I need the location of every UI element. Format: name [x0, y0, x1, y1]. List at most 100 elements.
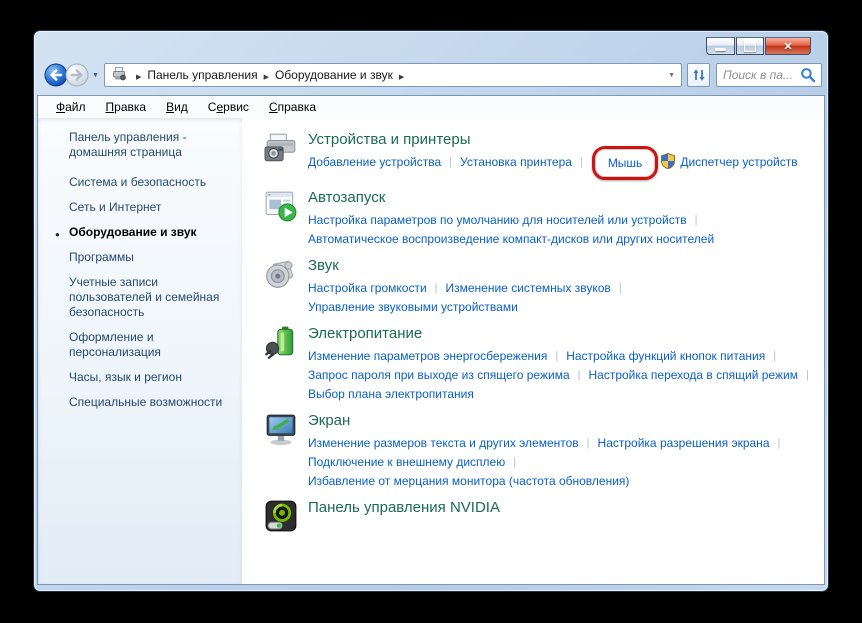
task-link-autoplay-1-0[interactable]: Автоматическое воспроизведение компакт-д… [308, 232, 714, 246]
section-title-autoplay[interactable]: Автозапуск [308, 188, 714, 208]
sidebar-item-label: Система и безопасность [69, 175, 206, 189]
sidebar-item-0[interactable]: Панель управления - домашняя страница [69, 130, 228, 160]
menu-item-0[interactable]: Файл [46, 97, 96, 117]
section-sound: Звук Настройка громкости | Изменение систем… [264, 256, 816, 316]
section-text: Экран Изменение размеров текста и других … [308, 411, 788, 490]
recent-pages-caret-icon[interactable]: ▼ [92, 72, 99, 79]
refresh-icon [692, 68, 706, 82]
window-body: Панель управления - домашняя страница Сис… [38, 118, 824, 584]
search-input[interactable] [723, 68, 800, 82]
sidebar-item-3[interactable]: ●Оборудование и звук [69, 225, 228, 240]
sound-icon [264, 257, 298, 291]
link-separator: | [773, 347, 776, 365]
task-link-devices-and-printers-0-2[interactable]: Мышь [608, 156, 643, 170]
maximize-button[interactable] [736, 37, 764, 55]
breadcrumb: ▶ Панель управления ▶ Оборудование и звук ▶ [130, 66, 410, 84]
task-link-display-0-0[interactable]: Изменение размеров текста и других элеме… [308, 436, 579, 450]
sidebar-item-label: Оформление и персонализация [69, 330, 161, 359]
sidebar-item-label: Учетные записи пользователей и семейная … [69, 275, 219, 319]
sidebar: Панель управления - домашняя страница Сис… [38, 118, 242, 584]
autoplay-icon [264, 189, 298, 223]
section-title-power-options[interactable]: Электропитание [308, 324, 816, 344]
sidebar-item-7[interactable]: Часы, язык и регион [69, 370, 228, 385]
section-display: Экран Изменение размеров текста и других … [264, 411, 816, 490]
menu-item-1[interactable]: Правка [96, 97, 157, 117]
section-title-display[interactable]: Экран [308, 411, 788, 431]
sidebar-item-5[interactable]: Учетные записи пользователей и семейная … [69, 275, 228, 320]
task-link-sound-1-0[interactable]: Управление звуковыми устройствами [308, 300, 518, 314]
sidebar-item-2[interactable]: Сеть и Интернет [69, 200, 228, 215]
breadcrumb-arrow-icon[interactable]: ▶ [399, 74, 404, 81]
minimize-icon [715, 48, 726, 51]
task-link-power-options-0-1[interactable]: Настройка функций кнопок питания [566, 349, 765, 363]
devices-printers-icon [264, 131, 298, 165]
search-box [716, 63, 822, 87]
forward-button[interactable] [65, 63, 89, 87]
link-separator: | [806, 366, 809, 384]
navigation-bar: ▼ ▶ Панель управления ▶ Оборудование и звук… [34, 59, 828, 91]
section-text: Электропитание Изменение параметров энерг… [308, 324, 816, 403]
sidebar-item-4[interactable]: Программы [69, 250, 228, 265]
menu-item-3[interactable]: Сервис [198, 97, 259, 117]
search-icon[interactable] [800, 67, 816, 83]
window-controls: ✕ [706, 37, 811, 55]
sidebar-item-label: Панель управления - домашняя страница [69, 130, 187, 159]
highlight-ring: Мышь [592, 146, 659, 180]
section-text: Автозапуск Настройка параметров по умолча… [308, 188, 714, 248]
task-link-devices-and-printers-0-1[interactable]: Установка принтера [460, 155, 572, 169]
menu-item-4[interactable]: Справка [259, 97, 326, 117]
menu-item-2[interactable]: Вид [156, 97, 198, 117]
section-title-sound[interactable]: Звук [308, 256, 630, 276]
task-link-display-2-0[interactable]: Избавление от мерцания монитора (частота… [308, 474, 629, 488]
screenshot-stage: ✕ [0, 0, 862, 623]
task-link-power-options-2-0[interactable]: Выбор плана электропитания [308, 387, 474, 401]
task-link-power-options-1-0[interactable]: Запрос пароля при выходе из спящего режи… [308, 368, 570, 382]
task-row: Добавление устройства | Установка принтера… [308, 153, 798, 172]
link-separator: | [435, 279, 438, 297]
breadcrumb-item-0[interactable]: Панель управления [147, 68, 257, 82]
task-link-sound-0-1[interactable]: Изменение системных звуков [446, 281, 611, 295]
menu-bar: ФайлПравкаВидСервисСправка [38, 96, 824, 118]
task-row: Запрос пароля при выходе из спящего режи… [308, 366, 816, 385]
task-row: Выбор плана электропитания [308, 385, 816, 403]
sidebar-item-label: Часы, язык и регион [69, 370, 182, 384]
link-separator: | [619, 279, 622, 297]
address-dropdown-caret-icon[interactable]: ▼ [668, 72, 675, 79]
section-nvidia-control-panel: Панель управления NVIDIA [264, 498, 816, 533]
section-text: Звук Настройка громкости | Изменение систем… [308, 256, 630, 316]
close-button[interactable]: ✕ [765, 37, 811, 55]
sidebar-item-6[interactable]: Оформление и персонализация [69, 330, 228, 360]
task-link-display-1-0[interactable]: Подключение к внешнему дисплею [308, 455, 505, 469]
link-separator: | [587, 434, 590, 452]
section-title-devices-and-printers[interactable]: Устройства и принтеры [308, 130, 798, 150]
sidebar-item-1[interactable]: Система и безопасность [69, 175, 228, 190]
section-title-nvidia-control-panel[interactable]: Панель управления NVIDIA [308, 498, 500, 518]
breadcrumb-item-1[interactable]: Оборудование и звук [275, 68, 393, 82]
breadcrumb-arrow-icon[interactable]: ▶ [136, 74, 141, 81]
minimize-button[interactable] [706, 37, 735, 55]
sidebar-item-8[interactable]: Специальные возможности [69, 395, 228, 410]
link-separator: | [580, 153, 583, 171]
client-area: ФайлПравкаВидСервисСправка Панель управл… [37, 95, 825, 585]
section-text: Устройства и принтеры Добавление устройст… [308, 130, 798, 172]
refresh-button[interactable] [687, 63, 710, 87]
task-row: Подключение к внешнему дисплею| [308, 453, 788, 472]
content-pane: Устройства и принтеры Добавление устройст… [242, 118, 824, 584]
link-separator: | [578, 366, 581, 384]
task-row: Автоматическое воспроизведение компакт-д… [308, 230, 714, 248]
address-location-icon [111, 65, 127, 86]
address-bar[interactable]: ▶ Панель управления ▶ Оборудование и звук▶ … [104, 63, 682, 87]
task-link-devices-and-printers-0-0[interactable]: Добавление устройства [308, 155, 441, 169]
task-link-power-options-0-0[interactable]: Изменение параметров энергосбережения [308, 349, 547, 363]
link-separator: | [778, 434, 781, 452]
task-link-sound-0-0[interactable]: Настройка громкости [308, 281, 427, 295]
sidebar-item-label: Оборудование и звук [69, 225, 197, 239]
task-link-devices-and-printers-0-3[interactable]: Диспетчер устройств [680, 155, 797, 169]
task-link-display-0-1[interactable]: Настройка разрешения экрана [598, 436, 770, 450]
power-icon [264, 325, 298, 359]
task-link-autoplay-0-0[interactable]: Настройка параметров по умолчанию для но… [308, 213, 687, 227]
breadcrumb-arrow-icon[interactable]: ▶ [264, 74, 269, 81]
link-separator: | [695, 211, 698, 229]
display-icon [264, 412, 298, 446]
task-link-power-options-1-1[interactable]: Настройка перехода в спящий режим [588, 368, 797, 382]
